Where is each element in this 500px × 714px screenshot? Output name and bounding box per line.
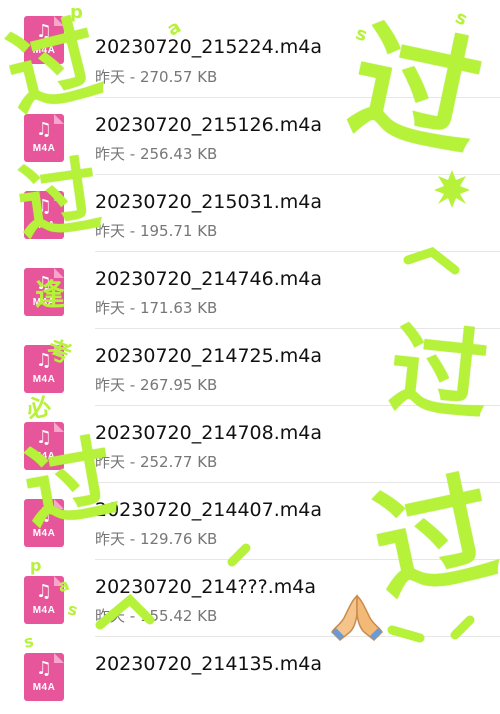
audio-file-icon: ♫ M4A: [24, 114, 64, 162]
file-meta: 昨天 - 270.57 KB: [95, 68, 218, 86]
file-type-label: M4A: [32, 297, 56, 308]
audio-file-icon: ♫ M4A: [24, 268, 64, 316]
file-name: 20230720_214746.m4a: [95, 268, 323, 290]
file-row[interactable]: ♫ M4A 20230720_215126.m4a 昨天 - 256.43 KB: [0, 97, 500, 175]
file-type-label: M4A: [32, 605, 56, 616]
file-type-label: M4A: [32, 45, 56, 56]
file-meta: 昨天 - 256.43 KB: [95, 145, 218, 163]
audio-file-icon: ♫ M4A: [24, 191, 64, 239]
file-row[interactable]: ♫ M4A 20230720_214407.m4a 昨天 - 129.76 KB: [0, 482, 500, 560]
file-row[interactable]: ♫ M4A 20230720_214???.m4a 昨天 - 155.42 KB: [0, 559, 500, 637]
row-divider: [95, 174, 500, 175]
file-meta: 昨天 - 155.42 KB: [95, 607, 218, 625]
file-type-label: M4A: [32, 374, 56, 385]
file-row[interactable]: ♫ M4A 20230720_214746.m4a 昨天 - 171.63 KB: [0, 251, 500, 329]
file-name: 20230720_214135.m4a: [95, 653, 323, 675]
file-type-label: M4A: [32, 143, 56, 154]
row-divider: [95, 559, 500, 560]
row-divider: [95, 328, 500, 329]
row-divider: [95, 636, 500, 637]
file-row[interactable]: ♫ M4A 20230720_215031.m4a 昨天 - 195.71 KB: [0, 174, 500, 252]
file-meta: 昨天 - 129.76 KB: [95, 530, 218, 548]
row-divider: [95, 97, 500, 98]
file-name: 20230720_214725.m4a: [95, 345, 323, 367]
file-row[interactable]: ♫ M4A 20230720_214708.m4a 昨天 - 252.77 KB: [0, 405, 500, 483]
audio-file-icon: ♫ M4A: [24, 576, 64, 624]
file-row[interactable]: ♫ M4A 20230720_214135.m4a: [0, 636, 500, 714]
file-meta: 昨天 - 267.95 KB: [95, 376, 218, 394]
row-divider: [95, 251, 500, 252]
audio-file-icon: ♫ M4A: [24, 653, 64, 701]
music-note-icon: ♫: [35, 658, 53, 679]
row-divider: [95, 482, 500, 483]
audio-file-icon: ♫ M4A: [24, 345, 64, 393]
music-note-icon: ♫: [35, 504, 53, 525]
file-name: 20230720_214???.m4a: [95, 576, 317, 598]
music-note-icon: ♫: [35, 196, 53, 217]
file-name: 20230720_214407.m4a: [95, 499, 323, 521]
music-note-icon: ♫: [35, 581, 53, 602]
file-meta: 昨天 - 171.63 KB: [95, 299, 218, 317]
audio-file-icon: ♫ M4A: [24, 499, 64, 547]
file-row[interactable]: ♫ M4A 20230720_214725.m4a 昨天 - 267.95 KB: [0, 328, 500, 406]
file-name: 20230720_215126.m4a: [95, 114, 323, 136]
audio-file-icon: ♫ M4A: [24, 16, 64, 64]
file-name: 20230720_215031.m4a: [95, 191, 323, 213]
music-note-icon: ♫: [35, 273, 53, 294]
file-type-label: M4A: [32, 451, 56, 462]
file-row[interactable]: ♫ M4A 20230720_215224.m4a 昨天 - 270.57 KB: [0, 0, 500, 86]
file-name: 20230720_214708.m4a: [95, 422, 323, 444]
row-divider: [95, 405, 500, 406]
file-meta: 昨天 - 252.77 KB: [95, 453, 218, 471]
music-note-icon: ♫: [35, 427, 53, 448]
music-note-icon: ♫: [35, 350, 53, 371]
file-meta: 昨天 - 195.71 KB: [95, 222, 218, 240]
audio-file-icon: ♫ M4A: [24, 422, 64, 470]
music-note-icon: ♫: [35, 21, 53, 42]
file-type-label: M4A: [32, 528, 56, 539]
file-name: 20230720_215224.m4a: [95, 36, 323, 58]
file-type-label: M4A: [32, 220, 56, 231]
music-note-icon: ♫: [35, 119, 53, 140]
file-type-label: M4A: [32, 682, 56, 693]
